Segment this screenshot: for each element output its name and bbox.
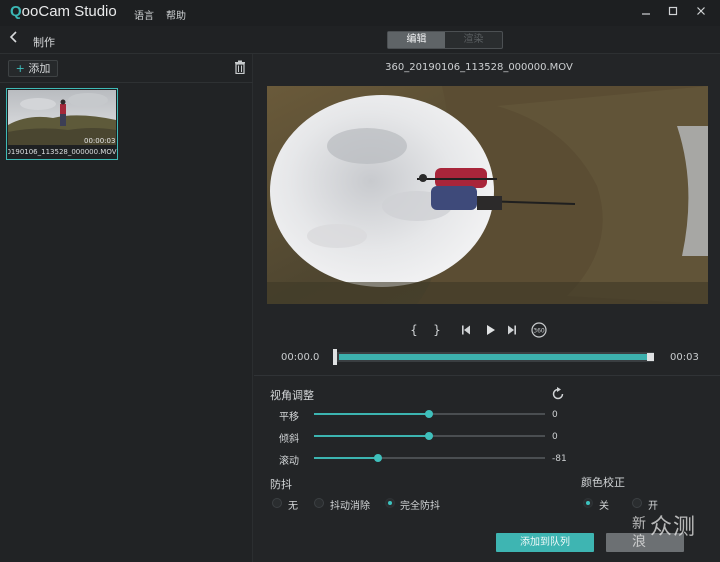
pan-label: 平移	[279, 412, 299, 423]
roll-label: 滚动	[279, 456, 299, 467]
add-to-queue-button[interactable]: 添加到队列	[496, 533, 594, 552]
reset-icon[interactable]	[551, 387, 565, 401]
stabilization-title: 防抖	[270, 478, 292, 491]
tilt-label: 倾斜	[279, 434, 299, 445]
chevron-left-icon[interactable]	[6, 30, 22, 48]
app-logo: QooCam Studio	[10, 3, 117, 20]
color-correction-title: 颜色校正	[581, 476, 625, 489]
color-on-label[interactable]: 开	[648, 497, 658, 512]
stabilization-full-radio[interactable]	[385, 498, 395, 508]
view-adjust-title: 视角调整	[270, 389, 314, 402]
video-filename: 360_20190106_113528_000000.MOV	[385, 62, 573, 73]
360-view-label: 360	[533, 328, 545, 335]
divider	[254, 375, 720, 376]
mark-out-button[interactable]: }	[431, 323, 443, 337]
trim-end-handle[interactable]	[647, 353, 654, 361]
time-duration: 00:03	[670, 352, 699, 363]
time-current: 00:00.0	[281, 352, 320, 363]
maximize-icon[interactable]	[664, 4, 682, 20]
stabilization-jitter-radio[interactable]	[314, 498, 324, 508]
color-off-label[interactable]: 关	[599, 497, 609, 512]
pan-slider-handle[interactable]	[425, 410, 433, 418]
close-icon[interactable]	[692, 4, 710, 20]
skip-back-icon[interactable]	[460, 324, 472, 336]
toolbar	[0, 26, 720, 54]
play-icon[interactable]	[484, 324, 496, 336]
tab-render[interactable]: 渲染	[445, 32, 502, 48]
menu-help[interactable]: 帮助	[166, 7, 186, 22]
stabilization-none-label[interactable]: 无	[288, 497, 298, 512]
360-view-icon[interactable]: 360	[530, 322, 548, 338]
video-preview[interactable]	[267, 86, 708, 304]
pan-slider-fill	[314, 413, 429, 415]
menu-language[interactable]: 语言	[134, 7, 154, 22]
color-off-radio[interactable]	[583, 498, 593, 508]
roll-slider-handle[interactable]	[374, 454, 382, 462]
stabilization-none-radio[interactable]	[272, 498, 282, 508]
tilt-value: 0	[552, 432, 558, 442]
skip-forward-icon[interactable]	[506, 324, 518, 336]
divider	[0, 82, 253, 83]
stabilization-jitter-label[interactable]: 抖动消除	[330, 497, 370, 512]
add-media-button[interactable]: + 添加	[8, 60, 58, 77]
color-on-radio[interactable]	[632, 498, 642, 508]
tilt-slider-fill	[314, 435, 429, 437]
stabilization-full-label[interactable]: 完全防抖	[400, 497, 440, 512]
timeline-range	[339, 354, 648, 360]
plus-icon: +	[15, 62, 25, 75]
roll-value: -81	[552, 454, 567, 464]
mark-in-button[interactable]: {	[408, 323, 420, 337]
playhead[interactable]	[333, 349, 337, 365]
thumbnail-filename: 20190106_113528_000000.MOV	[8, 148, 117, 156]
minimize-icon[interactable]	[637, 4, 655, 20]
page-title: 制作	[33, 36, 55, 49]
tilt-slider-handle[interactable]	[425, 432, 433, 440]
pan-value: 0	[552, 410, 558, 420]
trash-icon[interactable]	[234, 60, 248, 76]
roll-slider-fill	[314, 457, 378, 459]
thumbnail-duration: 00:00:03	[84, 137, 116, 145]
tab-edit[interactable]: 编辑	[388, 32, 445, 48]
